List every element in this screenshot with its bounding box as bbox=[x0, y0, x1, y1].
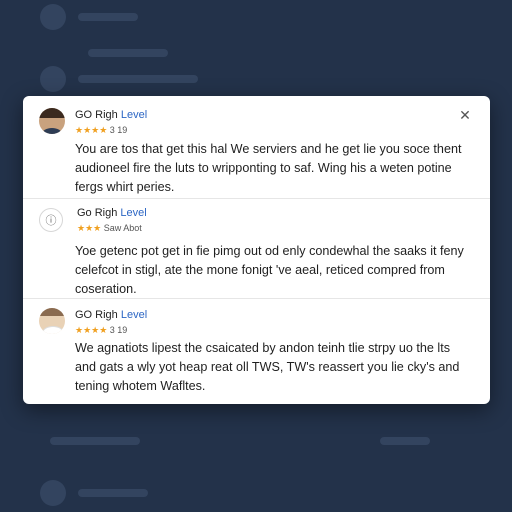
avatar bbox=[39, 308, 65, 334]
background-row bbox=[40, 476, 472, 510]
divider bbox=[23, 298, 490, 299]
avatar bbox=[39, 108, 65, 134]
review-author-block: Go Righ Level ★★★ Saw Abot bbox=[77, 206, 147, 234]
background-avatar bbox=[40, 4, 66, 30]
divider bbox=[23, 198, 490, 199]
background-row bbox=[40, 424, 472, 458]
background-row bbox=[40, 0, 472, 34]
background-line bbox=[380, 437, 430, 445]
close-icon[interactable]: ✕ bbox=[456, 106, 474, 124]
review-header: GO Righ Level ★★★★ 3 19 bbox=[39, 308, 147, 336]
rating-text: 3 19 bbox=[109, 125, 128, 135]
review-author: GO Righ Level bbox=[75, 308, 147, 322]
background-avatar bbox=[40, 66, 66, 92]
review-author: Go Righ Level bbox=[77, 206, 147, 220]
background-line bbox=[88, 49, 168, 57]
author-name: GO Righ bbox=[75, 309, 121, 321]
review-rating: ★★★★ 3 19 bbox=[75, 324, 147, 336]
review-author-block: GO Righ Level ★★★★ 3 19 bbox=[75, 108, 147, 136]
review-header: GO Righ Level ★★★★ 3 19 bbox=[39, 108, 147, 136]
background-line bbox=[78, 489, 148, 497]
author-name: Go Righ bbox=[77, 207, 121, 219]
author-brand: Level bbox=[120, 207, 147, 219]
author-brand: Level bbox=[120, 109, 148, 121]
review-text: Yoe getenc pot get in fie pimg out od en… bbox=[75, 244, 464, 296]
reviews-modal: ✕ GO Righ Level ★★★★ 3 19 You are tos th… bbox=[23, 96, 490, 404]
rating-text: 3 19 bbox=[109, 325, 128, 335]
review-header: ⓘ Go Righ Level ★★★ Saw Abot bbox=[39, 206, 147, 234]
background-line bbox=[78, 13, 138, 21]
rating-text: Saw Abot bbox=[103, 223, 142, 233]
info-icon: ⓘ bbox=[39, 208, 63, 232]
background-line bbox=[78, 75, 198, 83]
background-avatar bbox=[40, 480, 66, 506]
author-name: GO Righ bbox=[75, 109, 121, 121]
star-rating-icon: ★★★★ bbox=[75, 325, 108, 335]
background-line bbox=[50, 437, 140, 445]
star-rating-icon: ★★★★ bbox=[75, 125, 108, 135]
review-author: GO Righ Level bbox=[75, 108, 147, 122]
review-text: You are tos that get this hal We servier… bbox=[75, 142, 462, 194]
review-rating: ★★★ Saw Abot bbox=[77, 222, 147, 234]
review-text: We agnatiots lipest the csaicated by and… bbox=[75, 341, 460, 393]
review-author-block: GO Righ Level ★★★★ 3 19 bbox=[75, 308, 147, 336]
review-rating: ★★★★ 3 19 bbox=[75, 124, 147, 136]
star-rating-icon: ★★★ bbox=[77, 223, 102, 233]
background-row bbox=[40, 62, 472, 96]
author-brand: Level bbox=[120, 309, 148, 321]
